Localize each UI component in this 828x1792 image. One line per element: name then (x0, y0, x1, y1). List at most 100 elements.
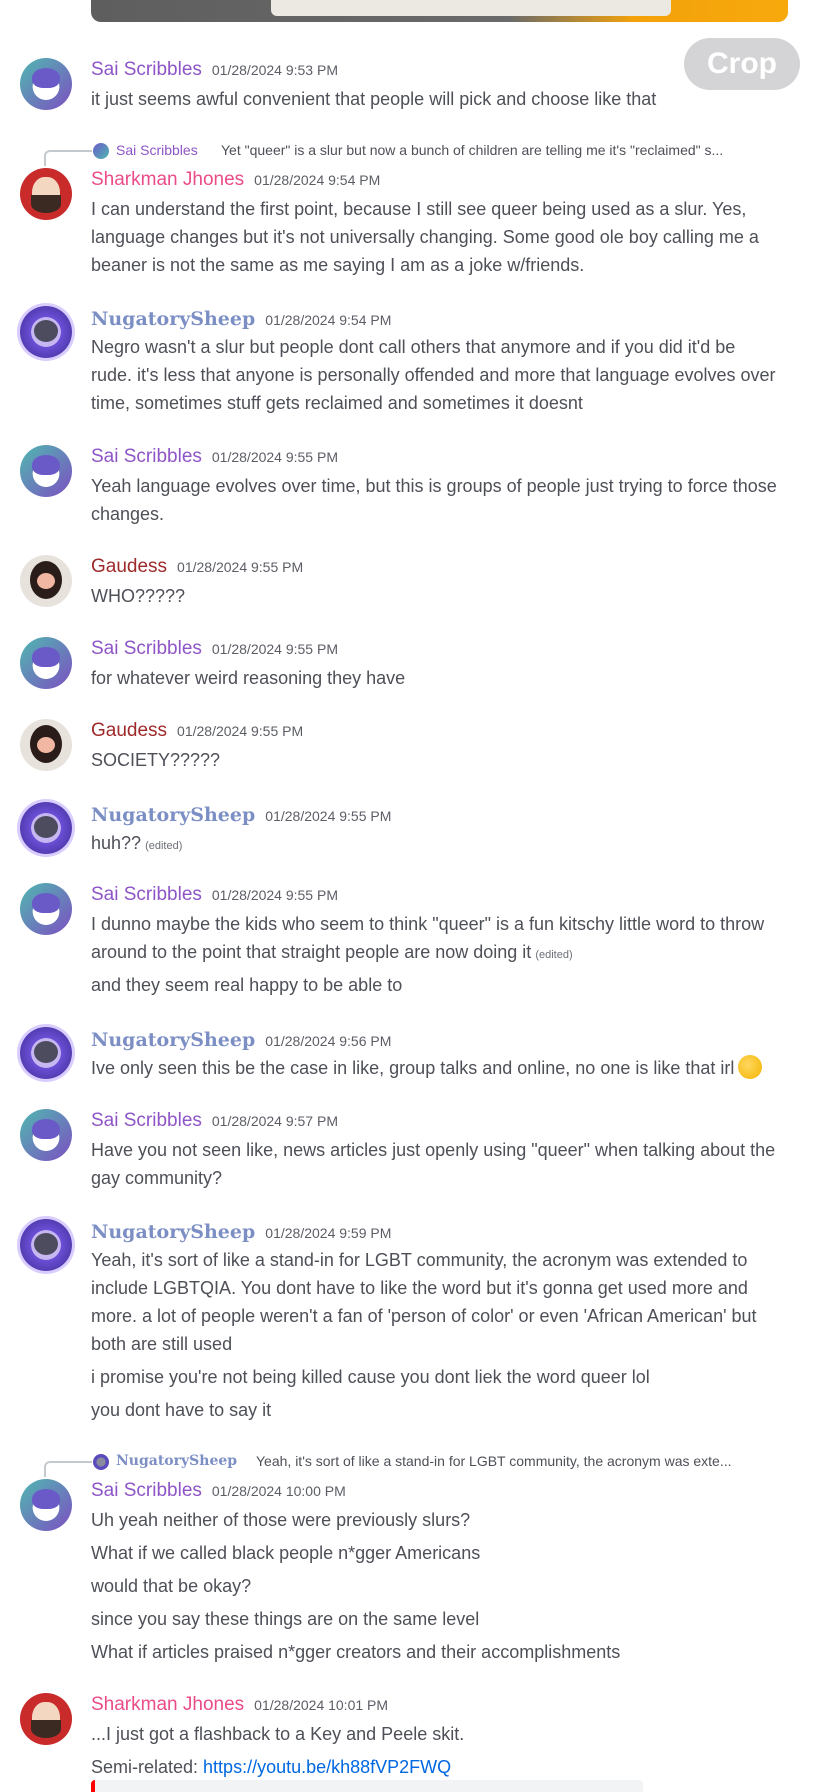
reply-author: NugatorySheep (116, 1453, 238, 1469)
edited-tag: (edited) (145, 840, 183, 852)
reply-connector (44, 150, 92, 166)
author-name[interactable]: Sai Scribbles (91, 59, 202, 80)
message-text: Ive only seen this be the case in like, … (91, 1054, 828, 1082)
reply-connector (44, 1461, 92, 1477)
message-text-content: huh?? (91, 833, 142, 853)
message-header: Gaudess 01/28/2024 9:55 PM (91, 720, 303, 742)
avatar[interactable] (20, 1479, 72, 1531)
message-text: huh?? (edited) (91, 829, 828, 860)
image-sketch (271, 0, 671, 16)
avatar[interactable] (20, 1027, 72, 1079)
message-header: NugatorySheep 01/28/2024 9:56 PM (91, 1029, 391, 1051)
avatar[interactable] (20, 306, 72, 358)
author-name[interactable]: Sharkman Jhones (91, 1694, 244, 1715)
author-name[interactable]: Sai Scribbles (91, 884, 202, 905)
message-text: I can understand the first point, becaus… (91, 199, 747, 219)
message-text: time, sometimes stuff gets reclaimed and… (91, 393, 583, 413)
message-text-content: Semi-related: (91, 1757, 204, 1777)
message-text: more. a lot of people weren't a fan of '… (91, 1306, 757, 1326)
message-text: i promise you're not being killed cause … (91, 1367, 650, 1387)
message-header: NugatorySheep 01/28/2024 9:54 PM (91, 308, 391, 330)
author-name[interactable]: Sai Scribbles (91, 638, 202, 659)
author-name[interactable]: NugatorySheep (91, 308, 255, 330)
author-name[interactable]: Sai Scribbles (91, 1480, 202, 1501)
message-text: Semi-related: https://youtu.be/kh88fVP2F… (91, 1753, 828, 1781)
message-text: changes. (91, 504, 165, 524)
reply-preview[interactable]: NugatorySheep Yeah, it's sort of like a … (0, 1451, 828, 1477)
timestamp: 01/28/2024 9:54 PM (265, 312, 392, 328)
message-text: it just seems awful convenient that peop… (91, 89, 657, 109)
avatar[interactable] (20, 1109, 72, 1161)
message-text-content: around to the point that straight people… (91, 942, 532, 962)
avatar[interactable] (20, 883, 72, 935)
message-text: you dont have to say it (91, 1400, 272, 1420)
message-text: SOCIETY????? (91, 750, 221, 770)
avatar[interactable] (20, 555, 72, 607)
timestamp: 01/28/2024 10:01 PM (254, 1697, 389, 1713)
author-name[interactable]: Gaudess (91, 556, 167, 577)
message-text: Have you not seen like, news articles ju… (91, 1140, 776, 1160)
message-text: language changes but it's not universall… (91, 227, 759, 247)
message-header: Sharkman Jhones 01/28/2024 10:01 PM (91, 1694, 388, 1716)
timestamp: 01/28/2024 9:54 PM (254, 172, 381, 188)
avatar[interactable] (20, 445, 72, 497)
timestamp: 01/28/2024 10:00 PM (211, 1483, 346, 1499)
author-name[interactable]: Gaudess (91, 720, 167, 741)
timestamp: 01/28/2024 9:57 PM (211, 1113, 338, 1129)
message-header: Sai Scribbles 01/28/2024 9:55 PM (91, 638, 338, 660)
reply-text: Yeah, it's sort of like a stand-in for L… (256, 1453, 732, 1469)
author-name[interactable]: Sharkman Jhones (91, 169, 244, 190)
author-name[interactable]: Sai Scribbles (91, 1110, 202, 1131)
message-text: ...I just got a flashback to a Key and P… (91, 1724, 465, 1744)
avatar[interactable] (20, 802, 72, 854)
message-text: and they seem real happy to be able to (91, 975, 403, 995)
timestamp: 01/28/2024 9:55 PM (177, 723, 304, 739)
timestamp: 01/28/2024 9:55 PM (211, 887, 338, 903)
timestamp: 01/28/2024 9:56 PM (265, 1033, 392, 1049)
attached-image[interactable] (91, 0, 788, 22)
message-header: NugatorySheep 01/28/2024 9:59 PM (91, 1221, 391, 1243)
grimacing-face-emoji[interactable] (738, 1055, 763, 1079)
message-text: What if we called black people n*gger Am… (91, 1543, 481, 1563)
link-embed[interactable] (91, 1780, 643, 1792)
timestamp: 01/28/2024 9:55 PM (177, 559, 304, 575)
message-header: Sai Scribbles 01/28/2024 10:00 PM (91, 1480, 346, 1502)
reply-author: Sai Scribbles (116, 142, 198, 158)
message-text: since you say these things are on the sa… (91, 1609, 480, 1629)
message-header: NugatorySheep 01/28/2024 9:55 PM (91, 804, 391, 826)
timestamp: 01/28/2024 9:53 PM (211, 62, 338, 78)
timestamp: 01/28/2024 9:55 PM (211, 641, 338, 657)
avatar[interactable] (20, 1219, 72, 1271)
message-text: Negro wasn't a slur but people dont call… (91, 337, 736, 357)
message-header: Sai Scribbles 01/28/2024 9:57 PM (91, 1110, 338, 1132)
reply-avatar (93, 143, 109, 159)
edited-tag: (edited) (535, 949, 573, 961)
author-name[interactable]: NugatorySheep (91, 1221, 255, 1243)
message-text: both are still used (91, 1334, 233, 1354)
avatar[interactable] (20, 1693, 72, 1745)
timestamp: 01/28/2024 9:55 PM (265, 808, 392, 824)
message-text: for whatever weird reasoning they have (91, 668, 406, 688)
message-header: Gaudess 01/28/2024 9:55 PM (91, 556, 303, 578)
avatar[interactable] (20, 719, 72, 771)
author-name[interactable]: NugatorySheep (91, 804, 255, 826)
author-name[interactable]: Sai Scribbles (91, 446, 202, 467)
message-text: include LGBTQIA. You dont have to like t… (91, 1278, 748, 1298)
avatar[interactable] (20, 168, 72, 220)
avatar[interactable] (20, 637, 72, 689)
message-text: I dunno maybe the kids who seem to think… (91, 914, 765, 934)
message-text: Uh yeah neither of those were previously… (91, 1510, 471, 1530)
reply-preview[interactable]: Sai Scribbles Yet "queer" is a slur but … (0, 140, 828, 166)
avatar[interactable] (20, 58, 72, 110)
message-header: Sai Scribbles 01/28/2024 9:53 PM (91, 59, 338, 81)
message-text: What if articles praised n*gger creators… (91, 1642, 621, 1662)
youtube-link[interactable]: https://youtu.be/kh88fVP2FWQ (203, 1757, 451, 1777)
author-name[interactable]: NugatorySheep (91, 1029, 255, 1051)
reply-avatar (93, 1454, 109, 1470)
message-header: Sai Scribbles 01/28/2024 9:55 PM (91, 884, 338, 906)
message-text-content: Ive only seen this be the case in like, … (91, 1058, 735, 1078)
message-header: Sharkman Jhones 01/28/2024 9:54 PM (91, 169, 380, 191)
crop-button[interactable]: Crop (684, 38, 800, 90)
reply-text: Yet "queer" is a slur but now a bunch of… (221, 142, 724, 158)
message-text: rude. it's less that anyone is personall… (91, 365, 776, 385)
